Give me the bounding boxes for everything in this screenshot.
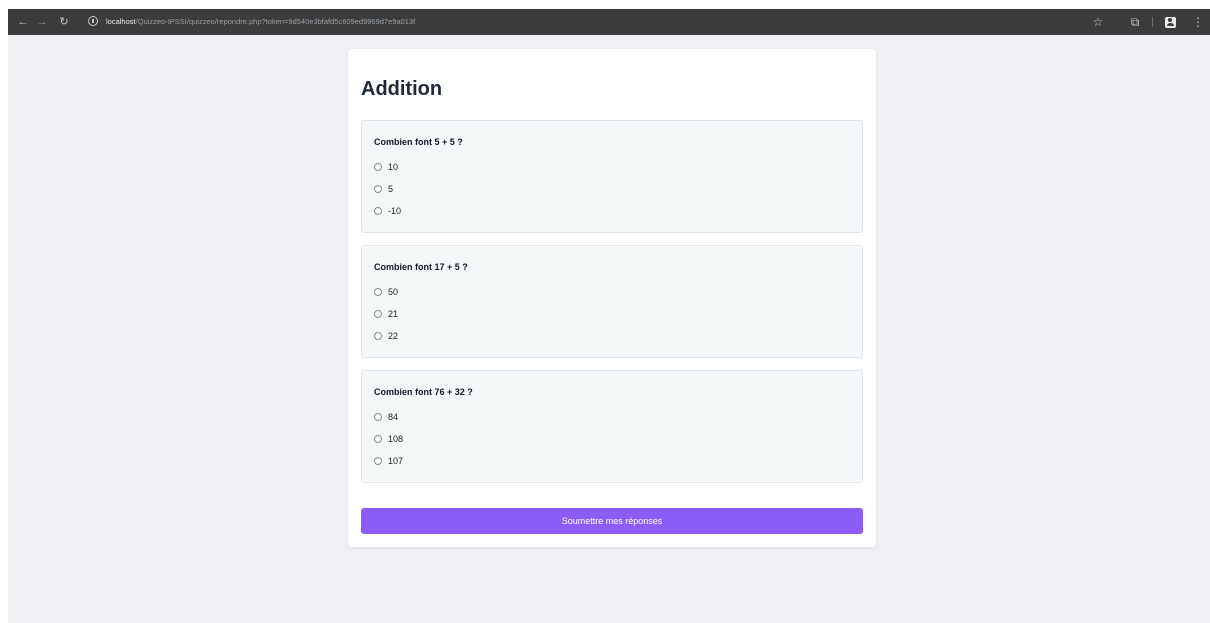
- quiz-title: Addition: [361, 78, 443, 100]
- radio-button[interactable]: [374, 185, 382, 193]
- question-block: Combien font 17 + 5 ? 50 21 22: [361, 245, 863, 358]
- radio-button[interactable]: [374, 332, 382, 340]
- answer-label: 22: [388, 331, 399, 341]
- question-text: Combien font 5 + 5 ?: [374, 137, 463, 147]
- info-icon[interactable]: [86, 9, 100, 35]
- answer-label: 108: [388, 434, 404, 444]
- answer-option[interactable]: 21: [374, 307, 398, 321]
- question-block: Combien font 76 + 32 ? 84 108 107: [361, 370, 863, 483]
- radio-button[interactable]: [374, 310, 382, 318]
- answer-label: 84: [388, 412, 399, 422]
- browser-toolbar: ← → ↻ localhost/Quizzeo-IPSSI/quizzeo/re…: [8, 9, 1210, 35]
- arrow-right-icon[interactable]: →: [35, 9, 49, 35]
- url-path: /Quizzeo-IPSSI/quizzeo/repondre.php?toke…: [135, 17, 416, 26]
- radio-button[interactable]: [374, 435, 382, 443]
- question-text: Combien font 76 + 32 ?: [374, 387, 473, 397]
- browser-window: ← → ↻ localhost/Quizzeo-IPSSI/quizzeo/re…: [8, 9, 1210, 623]
- answer-option[interactable]: 108: [374, 432, 403, 446]
- question-block: Combien font 5 + 5 ? 10 5 -10: [361, 120, 863, 233]
- radio-button[interactable]: [374, 207, 382, 215]
- radio-button[interactable]: [374, 457, 382, 465]
- star-icon[interactable]: ☆: [1091, 9, 1105, 35]
- answer-option[interactable]: -10: [374, 204, 401, 218]
- question-text: Combien font 17 + 5 ?: [374, 262, 468, 272]
- profile-icon[interactable]: [1163, 9, 1177, 35]
- url-host: localhost: [106, 17, 136, 26]
- kebab-menu-icon[interactable]: ⋮: [1192, 9, 1204, 35]
- submit-button[interactable]: Soumettre mes réponses: [361, 508, 863, 534]
- answer-option[interactable]: 10: [374, 160, 398, 174]
- answer-label: 107: [388, 456, 404, 466]
- answer-label: 50: [388, 287, 399, 297]
- answer-label: 21: [388, 309, 399, 319]
- radio-button[interactable]: [374, 413, 382, 421]
- reload-icon[interactable]: ↻: [57, 9, 71, 35]
- puzzle-icon[interactable]: ⧉: [1128, 9, 1142, 35]
- arrow-left-icon[interactable]: ←: [16, 9, 30, 35]
- radio-button[interactable]: [374, 163, 382, 171]
- answer-option[interactable]: 5: [374, 182, 393, 196]
- address-bar[interactable]: localhost/Quizzeo-IPSSI/quizzeo/repondre…: [106, 9, 415, 35]
- answer-label: 5: [388, 184, 394, 194]
- answer-option[interactable]: 50: [374, 285, 398, 299]
- answer-option[interactable]: 22: [374, 329, 398, 343]
- radio-button[interactable]: [374, 288, 382, 296]
- answer-option[interactable]: 84: [374, 410, 398, 424]
- quiz-card: Addition Combien font 5 + 5 ? 10 5 -10 C…: [348, 49, 876, 547]
- answer-option[interactable]: 107: [374, 454, 403, 468]
- answer-label: 10: [388, 162, 399, 172]
- toolbar-divider: [1152, 17, 1153, 27]
- answer-label: -10: [388, 206, 402, 216]
